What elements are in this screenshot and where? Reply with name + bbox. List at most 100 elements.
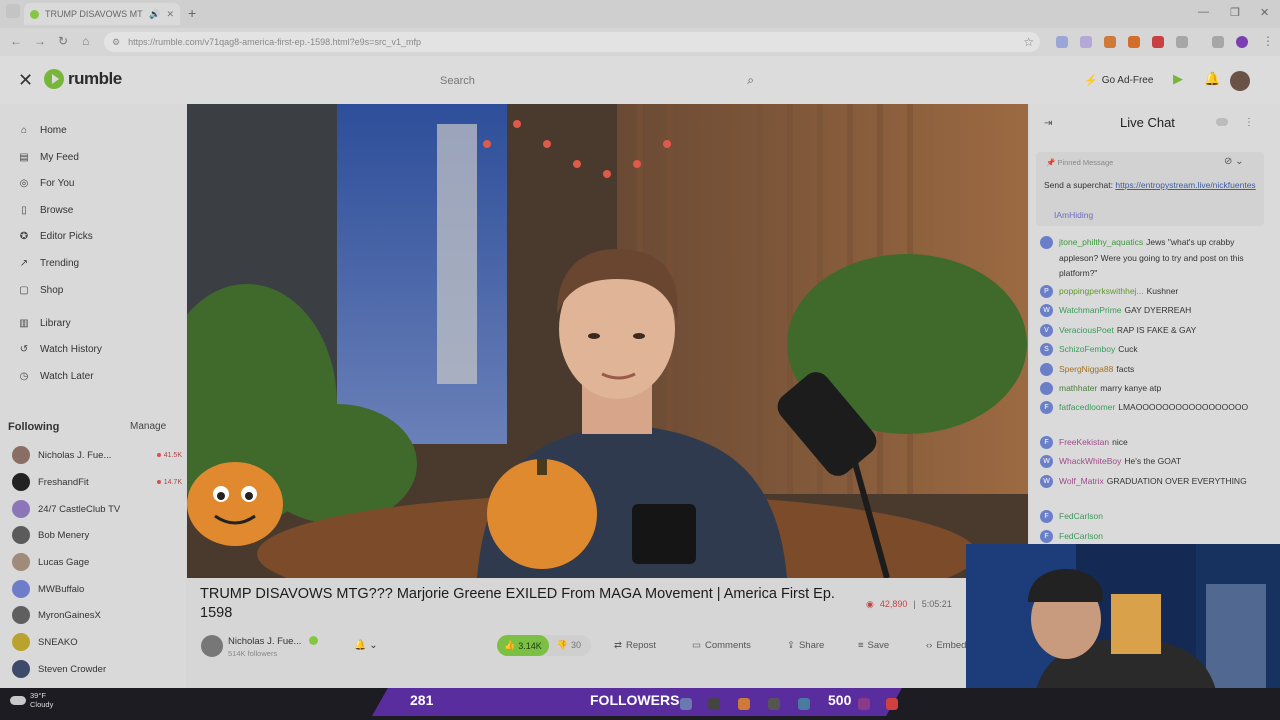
taskbar-app-icon[interactable] <box>738 698 750 710</box>
following-item[interactable]: MyronGainesX <box>12 606 182 624</box>
chat-avatar[interactable] <box>1040 363 1053 376</box>
close-tab-icon[interactable]: ✕ <box>166 9 174 20</box>
comments-button[interactable]: ▭ Comments <box>692 640 751 651</box>
extension-icon[interactable] <box>1080 36 1092 48</box>
following-item[interactable]: MWBuffalo <box>12 580 182 598</box>
close-menu-icon[interactable]: ✕ <box>18 70 33 91</box>
sidebar-item-watch-history[interactable]: ↺ Watch History <box>18 344 102 355</box>
sidebar-item-shop[interactable]: ▢ Shop <box>18 285 63 296</box>
following-item[interactable]: FreshandFit 14.7K <box>12 473 182 491</box>
channel-avatar[interactable] <box>201 635 223 657</box>
sidebar-item-watch-later[interactable]: ◷ Watch Later <box>18 371 94 382</box>
manage-following-link[interactable]: Manage <box>130 421 166 432</box>
notification-bell-dropdown[interactable]: 🔔 ⌄ <box>354 640 378 651</box>
superchat-link[interactable]: https://entropystream.live/nickfuentes <box>1115 180 1255 190</box>
video-player[interactable] <box>187 104 1028 578</box>
share-button[interactable]: ⇪ Share <box>787 640 824 651</box>
chat-username[interactable]: poppingperkswithhej... <box>1059 286 1144 296</box>
following-item[interactable]: 24/7 CastleClub TV <box>12 500 182 518</box>
chat-menu-icon[interactable]: ⋮ <box>1244 117 1254 128</box>
collapse-chat-icon[interactable]: ⇥ <box>1044 118 1052 129</box>
like-button[interactable]: 👍 3.14K <box>497 635 549 656</box>
search-icon[interactable]: ⌕ <box>747 73 754 88</box>
notifications-bell-icon[interactable]: 🔔 <box>1204 71 1220 87</box>
upload-video-icon[interactable]: ▶ <box>1173 71 1183 87</box>
chat-username[interactable]: WhackWhiteBoy <box>1059 456 1121 466</box>
sidebar-item-browse[interactable]: ▯ Browse <box>18 205 73 216</box>
following-item[interactable]: Bob Menery <box>12 526 182 544</box>
chat-avatar[interactable]: F <box>1040 401 1053 414</box>
extensions-puzzle-icon[interactable] <box>1176 36 1188 48</box>
chat-toggle[interactable] <box>1216 118 1228 126</box>
site-info-icon[interactable]: ⚙ <box>112 37 120 48</box>
chat-username[interactable]: jtone_philthy_aquatics <box>1059 237 1143 247</box>
chat-username[interactable]: SchizoFemboy <box>1059 344 1115 354</box>
dislike-button[interactable]: 👎 30 <box>549 640 581 651</box>
url-bar[interactable]: ⚙ https://rumble.com/v71qag8-america-fir… <box>104 32 1040 52</box>
tab-list-button[interactable] <box>6 4 20 18</box>
pinned-user[interactable]: IAmHiding <box>1054 210 1093 220</box>
forward-icon[interactable]: → <box>34 34 46 48</box>
sidebar-item-home[interactable]: ⌂ Home <box>18 125 67 136</box>
audio-icon[interactable]: 🔊 <box>149 9 160 20</box>
chat-avatar[interactable]: F <box>1040 510 1053 523</box>
chat-avatar[interactable]: V <box>1040 324 1053 337</box>
embed-button[interactable]: ‹› Embed <box>926 640 966 651</box>
search-input[interactable]: Search ⌕ <box>430 70 760 92</box>
rumble-logo[interactable]: rumble <box>44 69 122 89</box>
reading-list-icon[interactable] <box>1212 36 1224 48</box>
taskbar-app-icon[interactable] <box>798 698 810 710</box>
chat-avatar[interactable] <box>1040 382 1053 395</box>
home-browser-icon[interactable]: ⌂ <box>82 34 89 48</box>
sidebar-item-for-you[interactable]: ◎ For You <box>18 178 75 189</box>
reload-icon[interactable]: ↻ <box>58 34 68 48</box>
chat-avatar[interactable]: W <box>1040 455 1053 468</box>
chat-username[interactable]: fatfacedloomer <box>1059 402 1115 412</box>
taskbar-app-icon[interactable] <box>768 698 780 710</box>
sidebar-item-my-feed[interactable]: ▤ My Feed <box>18 152 79 163</box>
chat-username[interactable]: WatchmanPrime <box>1059 305 1122 315</box>
chat-username[interactable]: FedCarlson <box>1059 511 1103 521</box>
chat-username[interactable]: FreeKekistan <box>1059 437 1109 447</box>
following-item[interactable]: Lucas Gage <box>12 553 182 571</box>
chat-avatar[interactable] <box>1040 236 1053 249</box>
following-item[interactable]: Nicholas J. Fue... 41.5K <box>12 446 182 464</box>
browser-menu-icon[interactable]: ⋮ <box>1262 34 1274 48</box>
browser-tab[interactable]: TRUMP DISAVOWS MTG??? 🔊 ✕ <box>24 3 180 25</box>
chat-avatar[interactable]: F <box>1040 436 1053 449</box>
repost-button[interactable]: ⇄ Repost <box>614 640 656 651</box>
back-icon[interactable]: ← <box>10 34 22 48</box>
pinned-tools[interactable]: ⊘ ⌄ <box>1224 156 1244 167</box>
go-ad-free-button[interactable]: ⚡ Go Ad-Free <box>1084 74 1153 87</box>
chat-avatar[interactable]: W <box>1040 304 1053 317</box>
chat-avatar[interactable]: F <box>1040 530 1053 543</box>
profile-icon[interactable] <box>1236 36 1248 48</box>
new-tab-button[interactable]: + <box>188 5 196 21</box>
bookmark-star-icon[interactable]: ☆ <box>1023 35 1034 49</box>
chat-username[interactable]: SpergNigga88 <box>1059 364 1113 374</box>
following-item[interactable]: SNEAKO <box>12 633 182 651</box>
extension-icon[interactable] <box>1056 36 1068 48</box>
chat-username[interactable]: VeraciousPoet <box>1059 325 1114 335</box>
metamask-icon[interactable] <box>1128 36 1140 48</box>
extension-icon[interactable] <box>1104 36 1116 48</box>
sidebar-item-trending[interactable]: ↗ Trending <box>18 258 79 269</box>
minimize-icon[interactable]: — <box>1198 6 1209 18</box>
close-window-icon[interactable]: ✕ <box>1260 6 1269 19</box>
sidebar-item-editor-picks[interactable]: ✪ Editor Picks <box>18 231 93 242</box>
extension-icon[interactable] <box>1152 36 1164 48</box>
taskbar-app-icon[interactable] <box>858 698 870 710</box>
channel-name[interactable]: Nicholas J. Fue... <box>228 636 301 647</box>
taskbar-app-icon[interactable] <box>680 698 692 710</box>
chat-username[interactable]: Wolf_Matrix <box>1059 476 1104 486</box>
sidebar-item-library[interactable]: ▥ Library <box>18 318 70 329</box>
maximize-icon[interactable]: ❐ <box>1230 6 1240 19</box>
taskbar-app-icon[interactable] <box>708 698 720 710</box>
weather-widget[interactable]: 39°F Cloudy <box>10 691 53 709</box>
user-avatar[interactable] <box>1230 71 1250 91</box>
following-item[interactable]: Steven Crowder <box>12 660 182 678</box>
chat-username[interactable]: mathhater <box>1059 383 1097 393</box>
save-button[interactable]: ≡ Save <box>858 640 889 651</box>
chat-avatar[interactable]: P <box>1040 285 1053 298</box>
taskbar-app-icon[interactable] <box>886 698 898 710</box>
